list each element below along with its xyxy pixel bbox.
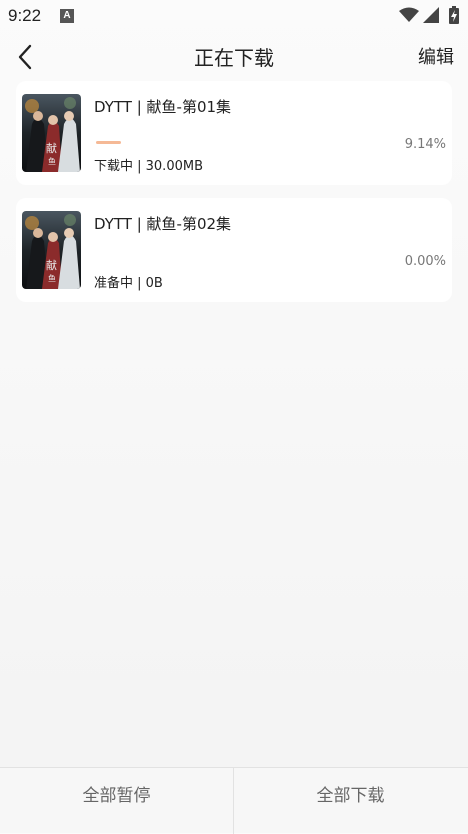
page-title: 正在下载 [194,46,274,70]
download-title: DYTT | 献鱼-第01集 [94,98,232,116]
svg-text:献: 献 [46,141,57,155]
edit-button[interactable]: 编辑 [418,43,454,69]
svg-text:献: 献 [46,258,57,272]
app-header: 正在下载 编辑 [0,34,468,78]
svg-text:鱼: 鱼 [48,156,56,166]
download-percent: 0.00% [404,254,446,269]
download-percent: 9.14% [404,137,446,152]
poster-image: 献 鱼 [22,94,81,172]
progress-fill [96,141,121,144]
status-bar: 9:22 A [0,0,468,32]
poster-image: 献 鱼 [22,211,81,289]
bottom-action-bar: 全部暂停 全部下载 [0,767,468,834]
pause-all-button[interactable]: 全部暂停 [0,768,233,824]
download-all-button[interactable]: 全部下载 [234,768,467,824]
download-item[interactable]: 献 鱼 DYTT | 献鱼-第02集 准备中 | 0B 0.00% [16,198,452,302]
download-status: 下载中 | 30.00MB [94,159,203,174]
progress-bar [96,141,366,144]
progress-bar [96,258,366,261]
notification-icon: A [60,9,74,23]
battery-charging-icon [449,6,459,28]
download-item[interactable]: 献 鱼 DYTT | 献鱼-第01集 下载中 | 30.00MB 9.14% [16,81,452,185]
wifi-icon [399,7,419,27]
download-status: 准备中 | 0B [94,276,163,291]
signal-icon [423,7,439,27]
svg-text:鱼: 鱼 [48,273,56,283]
download-title: DYTT | 献鱼-第02集 [94,215,232,233]
status-time: 9:22 [8,6,42,25]
